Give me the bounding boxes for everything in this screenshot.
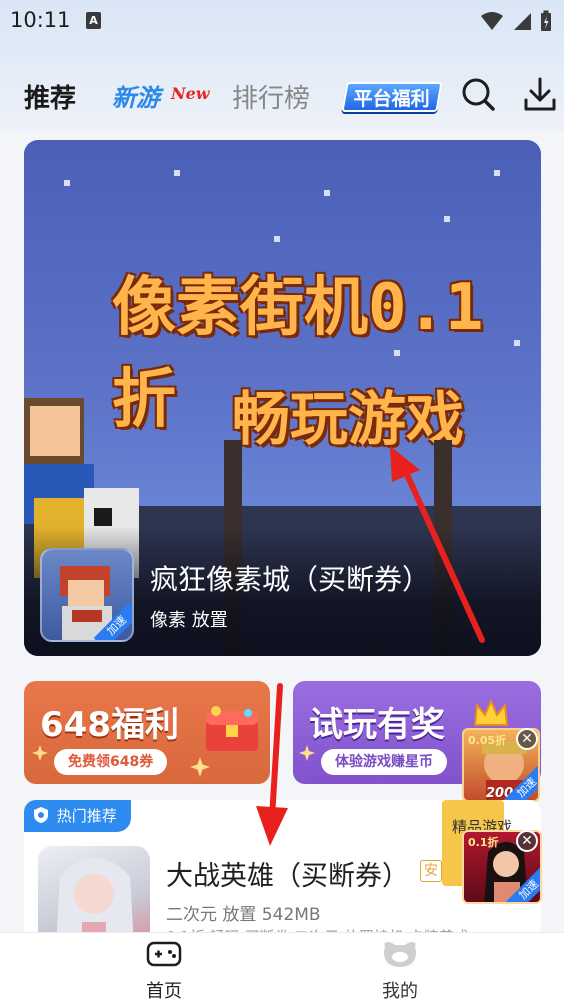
ad-price-label: 0.1折 [468, 836, 499, 849]
banner-headline-2: 畅玩游戏 [232, 385, 465, 453]
tab-home[interactable]: 首页 [104, 939, 224, 1003]
sparkle-icon [32, 745, 48, 761]
pixel-star [444, 216, 450, 222]
tab-profile[interactable]: 我的 [340, 939, 460, 1003]
shield-icon [34, 807, 48, 823]
hot-game-name[interactable]: 大战英雄（买断券） [166, 854, 409, 893]
pixel-star [324, 190, 330, 196]
tab-ranking[interactable]: 排行榜 [232, 78, 310, 115]
promo-card-subtitle: 免费领648券 [54, 749, 168, 775]
hot-recommendation-label: 热门推荐 [56, 807, 117, 825]
tab-new-games[interactable]: 新游 [112, 78, 160, 113]
promo-card-subtitle: 体验游戏赚星币 [321, 749, 447, 775]
banner-game-icon[interactable]: 加速 [40, 548, 134, 642]
hot-recommendation-badge: 热门推荐 [24, 800, 131, 832]
floating-ad-featured[interactable]: 精品游戏 0.1折 加速 [442, 800, 542, 908]
pixel-star [494, 170, 500, 176]
anime-girl-icon [56, 858, 134, 940]
system-icons [480, 10, 552, 32]
hero-banner[interactable]: 像素街机0.1折 畅玩游戏 加速 疯狂像素城（买断券） 像素 放置 [24, 140, 541, 656]
close-icon[interactable]: ✕ [516, 728, 538, 750]
status-bar: 10:11 A [0, 6, 564, 36]
tab-profile-label: 我的 [382, 981, 418, 1002]
new-badge: New [171, 84, 210, 103]
close-icon[interactable]: ✕ [516, 830, 538, 852]
annotation-arrow-2 [269, 683, 283, 821]
signal-icon [514, 13, 531, 30]
search-icon[interactable] [460, 76, 496, 112]
promo-card-title: 试玩有奖 [309, 705, 445, 745]
tab-home-label: 首页 [146, 981, 182, 1002]
pixel-star [64, 180, 70, 186]
profile-face-icon [384, 941, 416, 967]
gamepad-icon [146, 941, 182, 967]
promo-card-648[interactable]: 648福利 免费领648券 [24, 681, 270, 784]
bottom-tab-bar: 首页 我的 [0, 932, 564, 1004]
sparkle-icon [299, 745, 315, 761]
banner-game-tags: 像素 放置 [150, 610, 228, 631]
banner-game-name[interactable]: 疯狂像素城（买断券） [150, 558, 430, 598]
wifi-icon [481, 12, 503, 30]
tab-recommend[interactable]: 推荐 [24, 78, 76, 115]
ad-price-label: 0.05折 [468, 734, 507, 747]
download-icon[interactable] [522, 76, 558, 112]
hot-game-icon[interactable] [38, 846, 150, 940]
promo-card-title: 648福利 [40, 705, 179, 745]
platform-welfare-button[interactable]: 平台福利 [341, 82, 443, 112]
status-time: 10:11 [10, 8, 71, 32]
battery-icon [541, 10, 551, 31]
sim-indicator-icon: A [86, 12, 101, 29]
treasure-chest-icon [206, 706, 258, 751]
top-nav: 推荐 新游 New 排行榜 平台福利 [0, 70, 564, 120]
hot-game-tags: 二次元 放置 542MB [166, 905, 321, 925]
platform-welfare-label: 平台福利 [353, 88, 430, 110]
sparkle-icon [190, 757, 210, 777]
safe-badge: 安 [420, 860, 442, 882]
pixel-star [274, 236, 280, 242]
pixel-star [174, 170, 180, 176]
